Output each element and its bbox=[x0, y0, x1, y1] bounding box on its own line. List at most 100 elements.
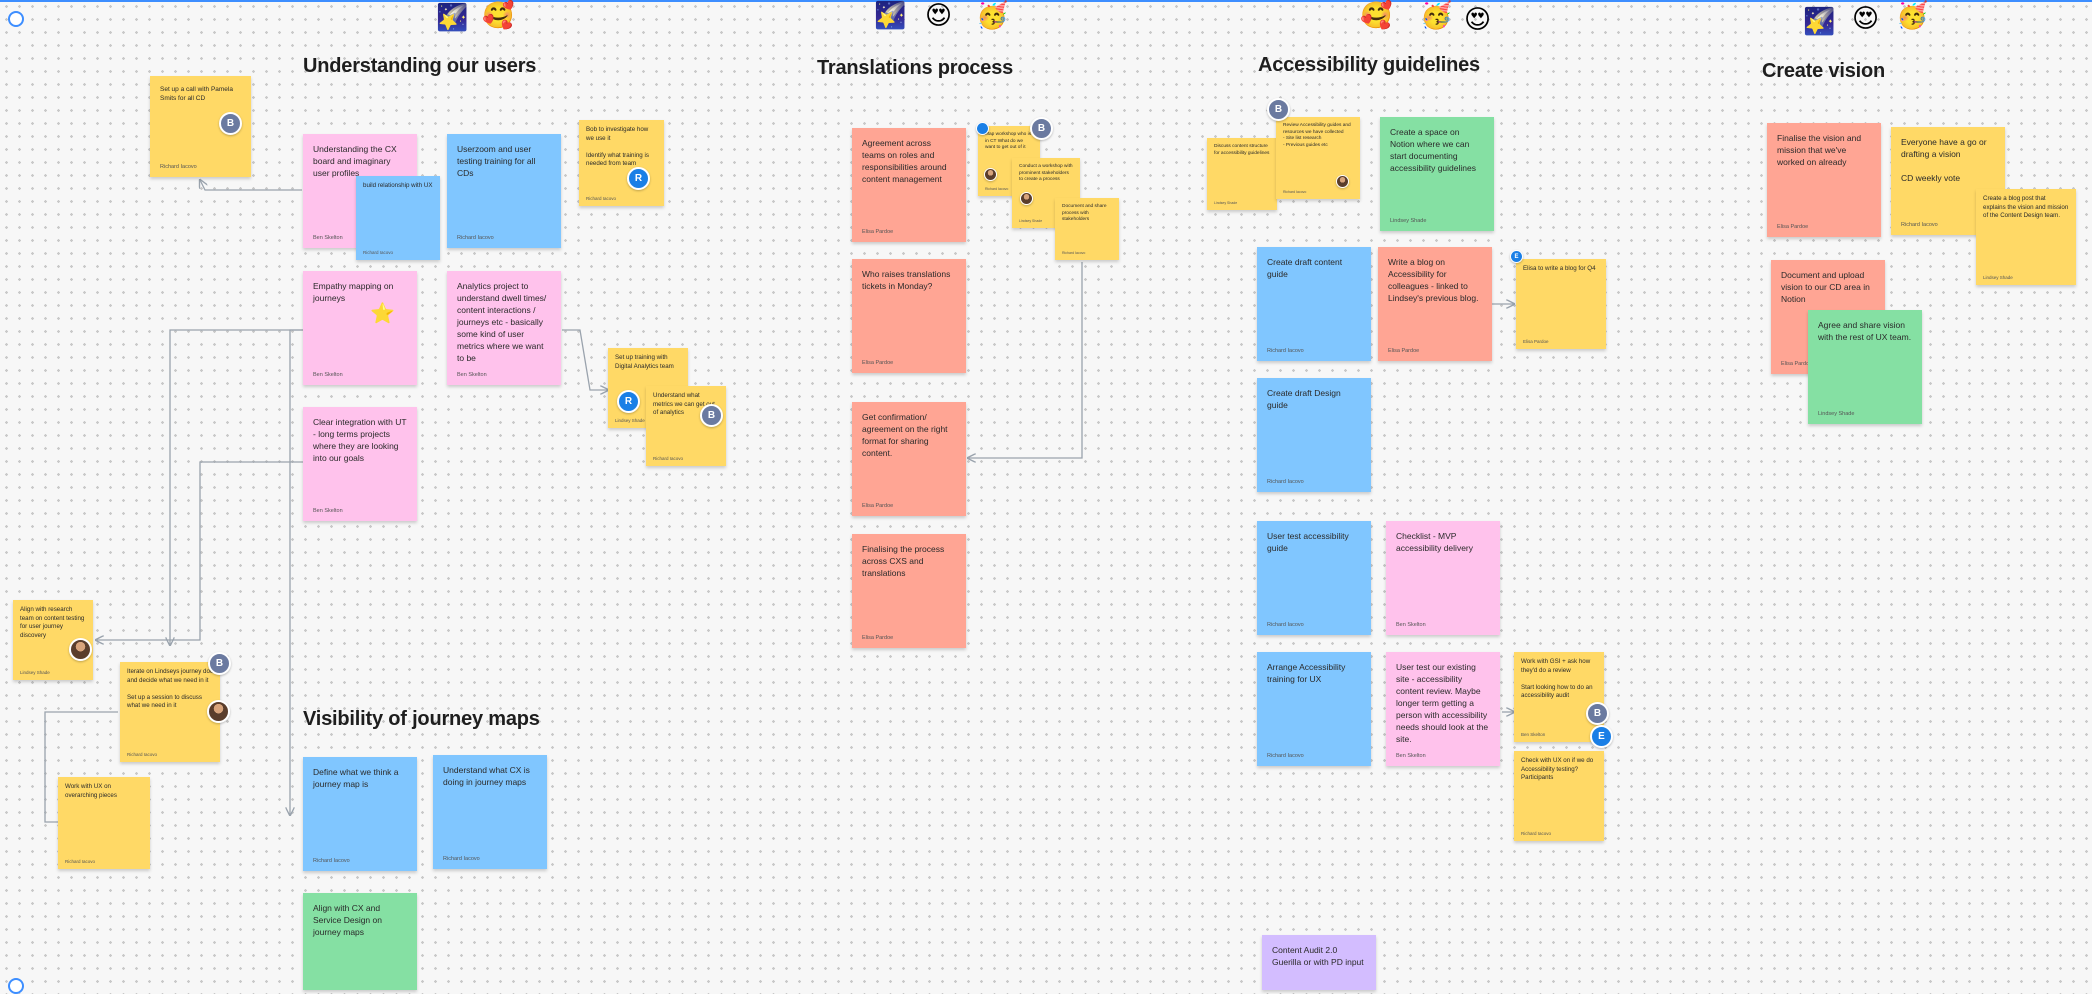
sticker-heart-eyes[interactable]: 😍 bbox=[925, 0, 952, 30]
sticky-note-text: Checklist - MVP accessibility delivery bbox=[1396, 531, 1473, 553]
sticky-note-text: Everyone have a go or drafting a vision … bbox=[1901, 137, 1987, 183]
sticky-note-author: Richard Iacovo bbox=[443, 856, 480, 862]
avatar bbox=[207, 700, 230, 723]
sticky-note-author: Richard Iacovo bbox=[160, 164, 197, 170]
sticky-note-text: Work with UX on overarching pieces bbox=[65, 783, 117, 799]
avatar: B bbox=[1586, 702, 1609, 725]
sticky-note-text: Set up a call with Pamela Smits for all … bbox=[160, 86, 233, 102]
sticky-note-text: Define what we think a journey map is bbox=[313, 767, 399, 789]
sticky-note[interactable]: Create draft Design guide Richard Iacovo bbox=[1257, 378, 1371, 492]
sticky-note-author: Richard Iacovo bbox=[127, 752, 158, 757]
sticky-note-text: Agree and share vision with the rest of … bbox=[1818, 320, 1912, 342]
sticky-note-author: Richard Iacovo bbox=[363, 250, 394, 255]
sticky-note-author: Ben Skelton bbox=[1521, 732, 1546, 737]
sticky-note-author: Ben Skelton bbox=[313, 508, 343, 514]
sticker-love-face[interactable]: 🥰 bbox=[1360, 0, 1392, 30]
sticky-note[interactable]: Finalise the vision and mission that we'… bbox=[1767, 123, 1881, 237]
sticky-note-author: Richard Iacovo bbox=[1267, 622, 1304, 628]
sticky-note-text: Document and share process with stakehol… bbox=[1062, 204, 1107, 222]
sticky-note-text: Create draft Design guide bbox=[1267, 388, 1341, 410]
sticky-note-text: Set up training with Digital Analytics t… bbox=[615, 354, 674, 370]
sticky-note-text: Content Audit 2.0 Guerilla or with PD in… bbox=[1272, 945, 1364, 967]
sticky-note-author: Ben Skelton bbox=[313, 372, 343, 378]
sticky-note[interactable]: Understand what CX is doing in journey m… bbox=[433, 755, 547, 869]
sticker-shooting-star[interactable]: 🌠 bbox=[436, 2, 468, 32]
sticky-note-text: Understand what CX is doing in journey m… bbox=[443, 765, 530, 787]
sticky-note-author: Lindsey Shade bbox=[1983, 275, 2013, 280]
sticky-note-author: Elisa Pardoe bbox=[1523, 339, 1549, 344]
sticky-note[interactable]: Discuss content structure for accessibil… bbox=[1207, 138, 1277, 210]
sticky-note-author: Richard Iacovo bbox=[457, 235, 494, 241]
sticky-note-author: Richard Iacovo bbox=[1901, 222, 1938, 228]
avatar: B bbox=[1030, 117, 1053, 140]
sticky-note[interactable]: Create draft content guide Richard Iacov… bbox=[1257, 247, 1371, 361]
sticky-note[interactable]: Agree and share vision with the rest of … bbox=[1808, 310, 1922, 424]
sticker-shooting-star[interactable]: 🌠 bbox=[1803, 6, 1835, 36]
sticky-note[interactable]: Finalising the process across CXS and tr… bbox=[852, 534, 966, 648]
sticky-note[interactable]: Check with UX on if we do Accessibility … bbox=[1514, 751, 1604, 841]
sticky-note[interactable]: Work with GSI + ask how they'd do a revi… bbox=[1514, 652, 1604, 742]
sticky-note[interactable]: Define what we think a journey map is Ri… bbox=[303, 757, 417, 871]
sticker-party-face[interactable]: 🥳 bbox=[1420, 0, 1452, 30]
avatar: B bbox=[700, 404, 723, 427]
sticky-note[interactable]: Get confirmation/ agreement on the right… bbox=[852, 402, 966, 516]
sticky-note[interactable]: Create a blog post that explains the vis… bbox=[1976, 189, 2076, 285]
sticky-note-text: Write a blog on Accessibility for collea… bbox=[1388, 257, 1479, 303]
sticky-note-text: Document and upload vision to our CD are… bbox=[1781, 270, 1870, 304]
avatar: R bbox=[617, 390, 640, 413]
connector bbox=[200, 180, 302, 191]
sticky-note[interactable]: Elisa to write a blog for Q4 Elisa Pardo… bbox=[1516, 259, 1606, 349]
sticker-love-face[interactable]: 🥰 bbox=[482, 0, 514, 30]
sticker-shooting-star[interactable]: 🌠 bbox=[874, 0, 906, 30]
sticky-note[interactable]: Who raises translations tickets in Monda… bbox=[852, 259, 966, 373]
avatar: B bbox=[208, 652, 231, 675]
sticky-note-text: Finalise the vision and mission that we'… bbox=[1777, 133, 1862, 167]
sticky-note[interactable]: Agreement across teams on roles and resp… bbox=[852, 128, 966, 242]
section-title-translations: Translations process bbox=[817, 57, 1014, 79]
sticky-note-text: Understanding the CX board and imaginary… bbox=[313, 144, 397, 178]
sticky-note-text: Conduct a workshop with prominent stakeh… bbox=[1019, 164, 1073, 182]
connector bbox=[96, 461, 303, 640]
sticky-note[interactable]: Empathy mapping on journeys Ben Skelton … bbox=[303, 271, 417, 385]
sticky-note-author: Richard Iacovo bbox=[653, 456, 684, 461]
sticky-note[interactable]: Content Audit 2.0 Guerilla or with PD in… bbox=[1262, 935, 1376, 990]
sticky-note[interactable]: Iterate on Lindseys journey doc and deci… bbox=[120, 662, 220, 762]
avatar: B bbox=[1267, 98, 1290, 121]
sticky-note-author: Lindsey Shade bbox=[615, 418, 645, 423]
sticky-note-text: Bob to investigate how we use it Identif… bbox=[586, 126, 649, 167]
sticky-note-text: Userzoom and user testing training for a… bbox=[457, 144, 536, 178]
avatar: E bbox=[1590, 725, 1613, 748]
sticky-note-text: Agreement across teams on roles and resp… bbox=[862, 138, 947, 184]
sticky-note[interactable]: Document and share process with stakehol… bbox=[1055, 198, 1119, 260]
avatar bbox=[69, 638, 92, 661]
sticker-party-face[interactable]: 🥳 bbox=[1896, 0, 1928, 30]
sticky-note-text: User test our existing site - accessibil… bbox=[1396, 662, 1489, 744]
sticky-note[interactable]: Work with UX on overarching pieces Richa… bbox=[58, 777, 150, 869]
connector bbox=[170, 329, 303, 645]
section-title-accessibility: Accessibility guidelines bbox=[1258, 54, 1480, 76]
sticky-note[interactable]: Align with CX and Service Design on jour… bbox=[303, 893, 417, 990]
sticky-note[interactable]: Arrange Accessibility training for UX Ri… bbox=[1257, 652, 1371, 766]
sticky-note[interactable]: Create a space on Notion where we can st… bbox=[1380, 117, 1494, 231]
sticky-note-author: Richard Iacovo bbox=[1283, 190, 1307, 194]
sticky-note[interactable]: User test accessibility guide Richard Ia… bbox=[1257, 521, 1371, 635]
sticky-note-text: Who raises translations tickets in Monda… bbox=[862, 269, 951, 291]
sticker-heart-eyes[interactable]: 😍 bbox=[1464, 4, 1491, 34]
sticky-note[interactable]: User test our existing site - accessibil… bbox=[1386, 652, 1500, 766]
sticky-note-text: Check with UX on if we do Accessibility … bbox=[1521, 757, 1594, 781]
sticky-note[interactable]: Checklist - MVP accessibility delivery B… bbox=[1386, 521, 1500, 635]
sticky-note[interactable]: Analytics project to understand dwell ti… bbox=[447, 271, 561, 385]
sticky-note[interactable]: build relationship with UX Richard Iacov… bbox=[356, 176, 440, 260]
sticky-note-author: Richard Iacovo bbox=[586, 196, 617, 201]
sticker-party-face[interactable]: 🥳 bbox=[976, 0, 1008, 30]
sticky-note[interactable]: Bob to investigate how we use it Identif… bbox=[579, 120, 664, 206]
sticky-note[interactable]: Review Accessibility guides and resource… bbox=[1276, 117, 1360, 199]
sticky-note-text: Create draft content guide bbox=[1267, 257, 1343, 279]
sticker-heart-eyes[interactable]: 😍 bbox=[1852, 3, 1879, 33]
sticky-note[interactable]: Userzoom and user testing training for a… bbox=[447, 134, 561, 248]
sticky-note[interactable]: Clear integration with UT - long terms p… bbox=[303, 407, 417, 521]
sticky-note[interactable]: Write a blog on Accessibility for collea… bbox=[1378, 247, 1492, 361]
sticky-note-text: User test accessibility guide bbox=[1267, 531, 1349, 553]
sticky-note-text: Analytics project to understand dwell ti… bbox=[457, 281, 547, 363]
avatar bbox=[976, 122, 989, 135]
